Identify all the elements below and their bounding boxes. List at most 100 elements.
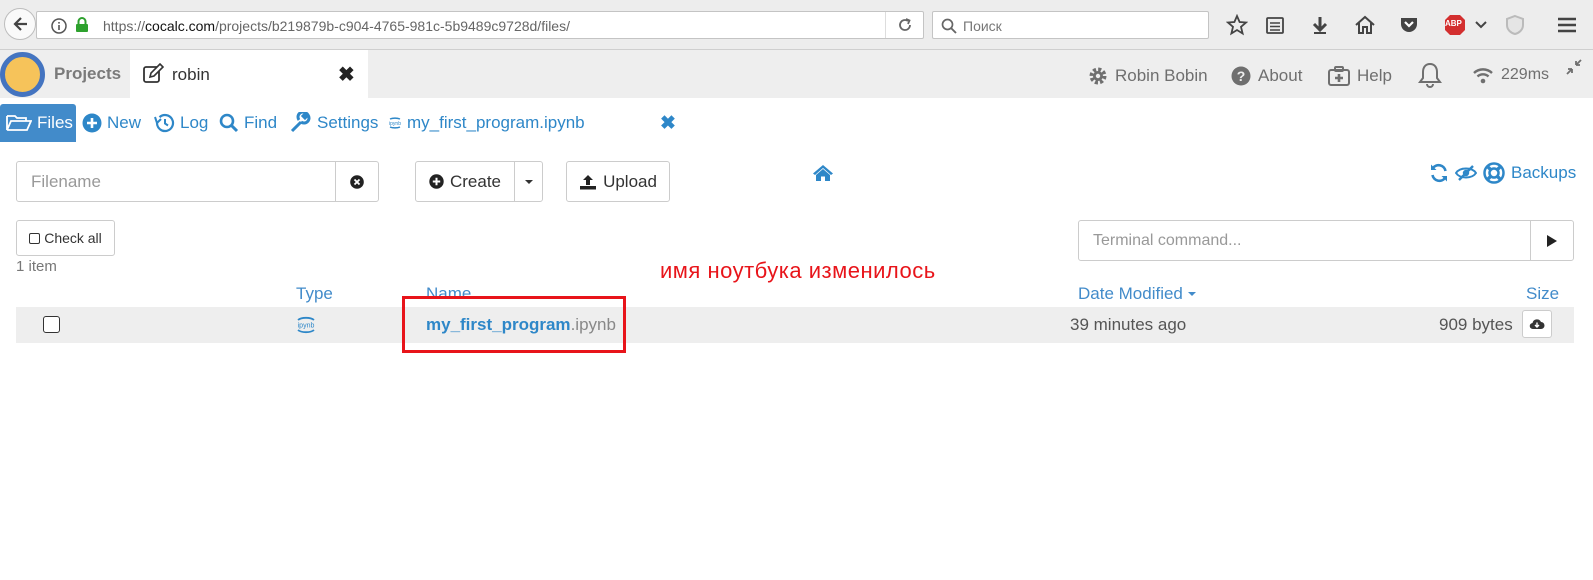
medkit-icon [1328,66,1350,86]
tab-log-label: Log [180,113,209,132]
url-text[interactable]: https://cocalc.com/projects/b219879b-c90… [103,18,570,34]
question-circle-icon: ? [1231,66,1251,86]
search-placeholder: Поиск [963,18,1002,34]
clear-filename-button[interactable] [335,161,379,202]
account-link[interactable]: Robin Bobin [1088,66,1208,86]
help-link[interactable]: Help [1328,66,1392,86]
create-button[interactable]: Create [415,161,515,202]
column-header-size[interactable]: Size [1526,284,1559,304]
life-ring-icon [1483,162,1505,184]
item-count: 1 item [16,258,57,275]
app-top-nav: Projects robin ✖ Robin Bobin ? About Hel… [0,50,1593,98]
check-all-label: Check all [44,230,102,246]
back-button[interactable] [4,8,36,40]
help-label: Help [1357,66,1392,85]
annotation-text: имя ноутбука изменилось [660,258,936,283]
tab-files[interactable]: Files [0,104,76,142]
search-bar[interactable]: Поиск [932,11,1209,39]
upload-button[interactable]: Upload [566,161,670,202]
backups-toolbar: Backups [1429,162,1576,184]
pocket-icon[interactable] [1396,12,1422,38]
bell-icon[interactable] [1418,62,1442,88]
tab-open-file[interactable]: ipynb my_first_program.ipynb [388,106,585,140]
info-icon[interactable] [51,18,67,34]
tab-new[interactable]: New [82,106,141,140]
close-file-tab-icon[interactable]: ✖ [660,112,676,135]
upload-button-label: Upload [603,171,657,191]
adblock-icon[interactable]: ABP [1442,12,1468,38]
backups-link[interactable]: Backups [1511,163,1576,183]
tab-find[interactable]: Find [219,106,277,140]
projects-link[interactable]: Projects [54,64,121,84]
run-terminal-button[interactable] [1530,220,1574,261]
svg-text:ipynb: ipynb [389,121,401,127]
annotation-highlight-box [402,296,626,353]
shield-icon[interactable] [1502,12,1528,38]
terminal-command-input[interactable] [1078,220,1531,261]
sort-desc-icon [1187,292,1196,296]
file-size: 909 bytes [1439,315,1513,334]
wifi-icon [1473,68,1493,84]
history-icon [154,113,175,133]
times-circle-icon [350,174,364,189]
cloud-download-icon [1529,319,1545,330]
project-file-tabs: Files New Log Find Settings ipynb my_fir… [0,98,1593,144]
column-header-date-label: Date Modified [1078,284,1183,303]
row-checkbox[interactable] [43,316,60,333]
file-date-modified: 39 minutes ago [1070,315,1187,334]
upload-icon [580,174,597,189]
create-button-label: Create [449,171,502,191]
filename-search-input[interactable] [16,161,336,202]
eye-slash-icon[interactable] [1455,164,1477,182]
folder-open-icon [6,115,32,131]
reload-button[interactable] [885,12,923,38]
caret-down-icon [524,179,533,184]
jupyter-notebook-icon: ipynb [294,313,318,342]
download-icon[interactable] [1307,12,1333,38]
chevron-down-icon[interactable] [1468,12,1494,38]
column-header-date[interactable]: Date Modified [1078,284,1197,304]
tab-open-file-label: my_first_program.ipynb [407,113,585,132]
tab-find-label: Find [244,113,278,132]
project-tab-label: robin [172,65,210,84]
project-tab-robin[interactable]: robin ✖ [130,50,368,98]
column-header-type[interactable]: Type [296,284,333,304]
check-all-button[interactable]: Check all [16,220,115,256]
lock-icon [76,17,88,32]
home-directory-icon[interactable] [812,164,834,187]
connection-status[interactable]: 229ms [1472,66,1549,84]
bookmark-star-icon[interactable] [1224,12,1250,38]
refresh-icon[interactable] [1429,163,1449,183]
about-link[interactable]: ? About [1231,66,1302,86]
tab-files-label: Files [37,113,73,132]
create-dropdown-toggle[interactable] [514,161,543,202]
compress-icon[interactable] [1565,58,1583,81]
hamburger-menu-icon[interactable] [1554,12,1580,38]
arrow-left-icon [13,17,27,31]
plus-circle-icon [82,113,102,133]
tab-log[interactable]: Log [153,106,208,140]
adblock-label: ABP [1445,19,1462,28]
search-icon [941,18,957,34]
user-name: Robin Bobin [1115,66,1208,85]
edit-icon [143,63,164,83]
play-icon [1547,234,1557,247]
svg-text:?: ? [1237,68,1246,84]
download-file-button[interactable] [1522,310,1552,338]
reload-icon [898,18,911,31]
browser-toolbar: https://cocalc.com/projects/b219879b-c90… [0,0,1593,50]
address-bar[interactable]: https://cocalc.com/projects/b219879b-c90… [36,11,924,39]
reading-list-icon[interactable] [1262,12,1288,38]
tab-new-label: New [107,113,142,132]
tab-settings[interactable]: Settings [290,106,378,140]
file-row[interactable]: ipynb my_first_program.ipynb 39 minutes … [16,307,1574,343]
close-project-tab-icon[interactable]: ✖ [338,62,355,87]
cocalc-logo[interactable] [0,52,45,97]
search-icon [219,113,239,133]
about-label: About [1258,66,1303,85]
wrench-icon [290,112,311,133]
home-browser-icon[interactable] [1352,12,1378,38]
square-icon [29,232,41,244]
type-icon-label: ipynb [298,323,315,330]
ping-value: 229ms [1501,66,1550,83]
